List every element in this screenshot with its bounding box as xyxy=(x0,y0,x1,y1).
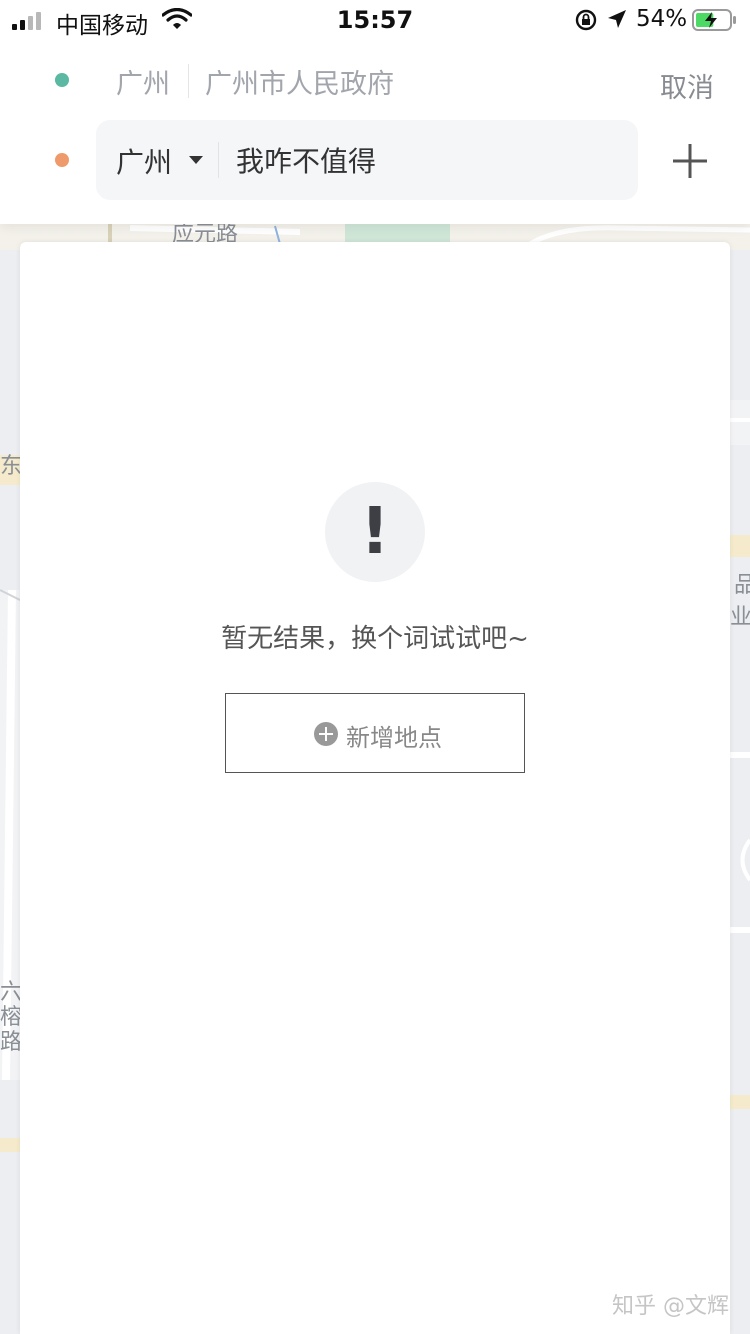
watermark: 知乎 @文辉 xyxy=(612,1294,729,1319)
map-label: 品 xyxy=(734,573,750,598)
exclamation-icon: ! xyxy=(325,482,425,582)
plus-icon[interactable] xyxy=(672,143,708,179)
map-label: 路 xyxy=(0,1030,23,1055)
status-bar: 中国移动 15:57 54% xyxy=(0,0,750,42)
exclamation-mark: ! xyxy=(360,495,390,569)
empty-result-message: 暂无结果，换个词试试吧~ xyxy=(221,624,529,654)
end-point-dot xyxy=(55,153,69,167)
orientation-lock-icon xyxy=(575,9,597,31)
city-selector[interactable]: 广州 xyxy=(116,141,172,181)
divider xyxy=(188,64,189,98)
battery-percent: 54% xyxy=(636,6,688,32)
plus-circle-icon xyxy=(314,722,338,746)
location-arrow-icon xyxy=(608,10,626,28)
cancel-button[interactable]: 取消 xyxy=(660,66,714,105)
battery-charging-icon xyxy=(692,9,736,31)
destination-search-input[interactable] xyxy=(236,138,616,182)
add-place-button[interactable]: 新增地点 xyxy=(225,693,525,773)
route-search-header: 广州 广州市人民政府 取消 广州 xyxy=(0,42,750,224)
start-city[interactable]: 广州 xyxy=(116,62,170,101)
destination-search-box[interactable]: 广州 xyxy=(96,120,638,200)
caret-down-icon[interactable] xyxy=(188,154,204,166)
add-place-label: 新增地点 xyxy=(346,724,442,752)
map-label: 业 xyxy=(730,605,750,630)
divider xyxy=(218,142,219,178)
start-point-dot xyxy=(55,73,69,87)
start-place[interactable]: 广州市人民政府 xyxy=(205,62,394,101)
map-label: 榕 xyxy=(0,1005,23,1030)
map-label: 东 xyxy=(0,454,23,479)
search-results-panel: ! 暂无结果，换个词试试吧~ 新增地点 xyxy=(20,242,730,1334)
map-label: 六 xyxy=(0,980,23,1005)
